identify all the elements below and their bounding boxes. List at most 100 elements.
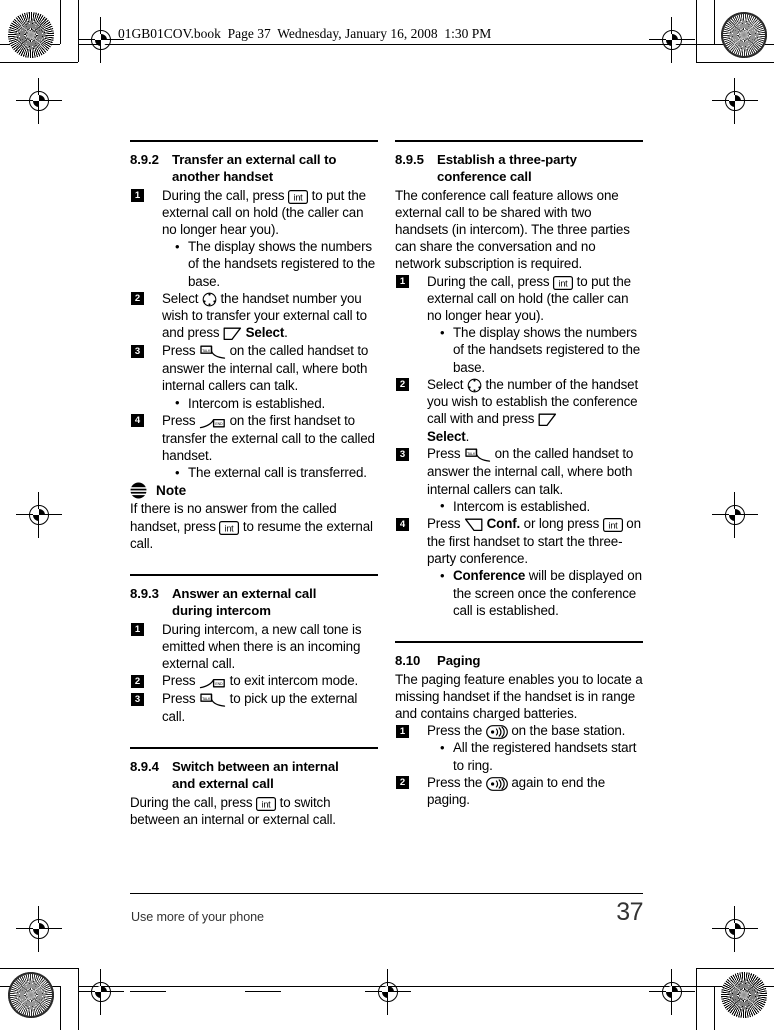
- step-item: 3 Press TALK on the called handset to an…: [395, 445, 643, 515]
- crop-line-bottom-right-outer: [696, 968, 774, 969]
- svg-text:int: int: [294, 192, 304, 202]
- sub-bullet: The display shows the numbers of the han…: [439, 324, 643, 376]
- left-text-column: 8.9.2 Transfer an external call to another…: [130, 140, 378, 828]
- step-text: Select: [427, 376, 467, 392]
- paragraph-text: During the call, press: [130, 795, 257, 811]
- svg-text:int: int: [225, 523, 235, 533]
- registration-mark-bottom-left: [78, 969, 124, 1015]
- section-rule: [395, 641, 643, 643]
- color-rosette-bottom-left: [8, 972, 54, 1018]
- note-title: Note: [156, 483, 187, 499]
- registration-mark-top-right: [649, 17, 695, 63]
- step-text: Select: [162, 290, 202, 306]
- softkey-label: Conf.: [486, 516, 521, 532]
- registration-mark-lower-right: [712, 906, 758, 952]
- step-text-cont: on the base station.: [507, 723, 626, 739]
- step-text-cont: to exit intercom mode.: [226, 673, 359, 689]
- step-text: Press: [427, 516, 465, 532]
- svg-text:TALK: TALK: [202, 349, 211, 353]
- sub-bullet: Intercom is established.: [439, 497, 643, 515]
- sub-bullet: Conference will be displayed on the scre…: [439, 567, 643, 619]
- section-rule: [130, 140, 378, 142]
- section-heading-8-9-3: 8.9.3 Answer an external call during inter…: [130, 585, 378, 619]
- section-number: 8.9.5: [395, 151, 424, 167]
- int-key-icon: int: [602, 518, 623, 533]
- section-number: 8.9.4: [130, 759, 159, 775]
- crop-line-bottom-outer: [0, 968, 78, 969]
- sub-bullet: The display shows the numbers of the han…: [174, 238, 378, 290]
- note-body: If there is no answer from the called ha…: [130, 500, 378, 552]
- step-number: 3: [396, 447, 409, 461]
- color-rosette-top-right: [721, 12, 767, 58]
- registration-mark-top-left: [78, 17, 124, 63]
- step-text: During intercom, a new call tone is emit…: [162, 621, 362, 672]
- section-rule: [130, 747, 378, 750]
- sub-bullet-bold: Conference: [453, 568, 526, 584]
- step-text: Press: [162, 673, 200, 689]
- talk-key-icon: TALK: [199, 345, 226, 360]
- paging-key-icon: [485, 776, 508, 791]
- step-number: 2: [131, 292, 144, 306]
- section-heading-8-9-4: 8.9.4 Switch between an internal and exter…: [130, 758, 378, 792]
- crop-line-right-inner-b: [714, 986, 715, 1030]
- registration-mark-mid-right: [712, 492, 758, 538]
- step-item: 4 Press END on the first handset to tran…: [130, 412, 378, 482]
- step-item: 3 Press TALK on the called handset to an…: [130, 342, 378, 412]
- sub-bullet: All the registered handsets start to rin…: [439, 739, 643, 773]
- sub-bullet-list: All the registered handsets start to rin…: [427, 739, 643, 773]
- section-title: Transfer an external call to another hand…: [172, 151, 337, 184]
- section-heading-8-9-2: 8.9.2 Transfer an external call to another…: [130, 151, 378, 185]
- svg-text:int: int: [262, 799, 272, 809]
- navigation-key-icon: [202, 292, 217, 307]
- sub-bullet: The external call is transferred.: [174, 464, 378, 481]
- section-rule: [395, 140, 643, 142]
- registration-mark-upper-left: [16, 78, 62, 124]
- section-rule: [130, 574, 378, 576]
- crop-line-left-outer-b: [78, 968, 79, 1030]
- section-number: 8.9.3: [130, 585, 159, 601]
- step-number: 2: [131, 674, 144, 688]
- registration-mark-mid-left: [16, 492, 62, 538]
- step-text: During the call, press: [162, 187, 289, 203]
- sub-bullet: Intercom is established.: [174, 394, 378, 412]
- section-paragraph-8-9-4: During the call, press int to switch bet…: [130, 794, 378, 828]
- crop-line-left-inner-b: [60, 986, 61, 1030]
- step-item: 1 During intercom, a new call tone is em…: [130, 621, 378, 673]
- sub-bullet-list: The external call is transferred.: [162, 464, 378, 481]
- step-number: 1: [131, 189, 144, 203]
- footer-chapter-label: Use more of your phone: [131, 910, 264, 924]
- softkey-label: Select: [245, 325, 285, 341]
- step-text: Press the: [427, 723, 486, 739]
- section-title: Switch between an internal and external c…: [172, 759, 339, 792]
- step-item: 4 Press Conf. or long press int on the f…: [395, 515, 643, 619]
- crop-line-left-outer: [78, 0, 79, 62]
- crop-line-top-outer: [0, 62, 78, 63]
- section-title: Answer an external call during intercom: [172, 585, 317, 618]
- step-number: 1: [396, 275, 409, 289]
- page-number: 37: [616, 898, 643, 926]
- softkey-label: Select: [427, 429, 466, 445]
- sub-bullet-list: Intercom is established.: [427, 497, 643, 515]
- talk-key-icon: TALK: [199, 693, 226, 708]
- svg-text:TALK: TALK: [467, 452, 476, 456]
- step-text: Press: [162, 343, 200, 359]
- right-text-column: 8.9.5 Establish a three-party conference c…: [395, 140, 643, 808]
- step-text: During the call, press: [427, 273, 554, 289]
- svg-text:int: int: [608, 520, 618, 530]
- step-text-mid: or long press: [520, 516, 603, 532]
- sub-bullet-list: The display shows the numbers of the han…: [427, 324, 643, 376]
- step-text: Press: [427, 446, 465, 462]
- printed-page: 01GB01COV.book Page 37 Wednesday, Januar…: [0, 0, 774, 1030]
- left-soft-key-icon: [223, 327, 242, 342]
- sub-bullet-list: Conference will be displayed on the scre…: [427, 567, 643, 619]
- step-number: 1: [131, 623, 144, 637]
- note-header: Note: [130, 482, 378, 499]
- svg-text:END: END: [215, 422, 223, 426]
- talk-key-icon: TALK: [464, 448, 491, 463]
- section-intro-8-9-5: The conference call feature allows one e…: [395, 187, 630, 272]
- note-icon: [130, 482, 147, 499]
- step-text: Press: [162, 691, 200, 707]
- running-header: 01GB01COV.book Page 37 Wednesday, Januar…: [118, 26, 492, 41]
- step-list-8-9-2: 1 During the call, press int to put the …: [130, 187, 378, 482]
- int-key-icon: int: [219, 520, 240, 535]
